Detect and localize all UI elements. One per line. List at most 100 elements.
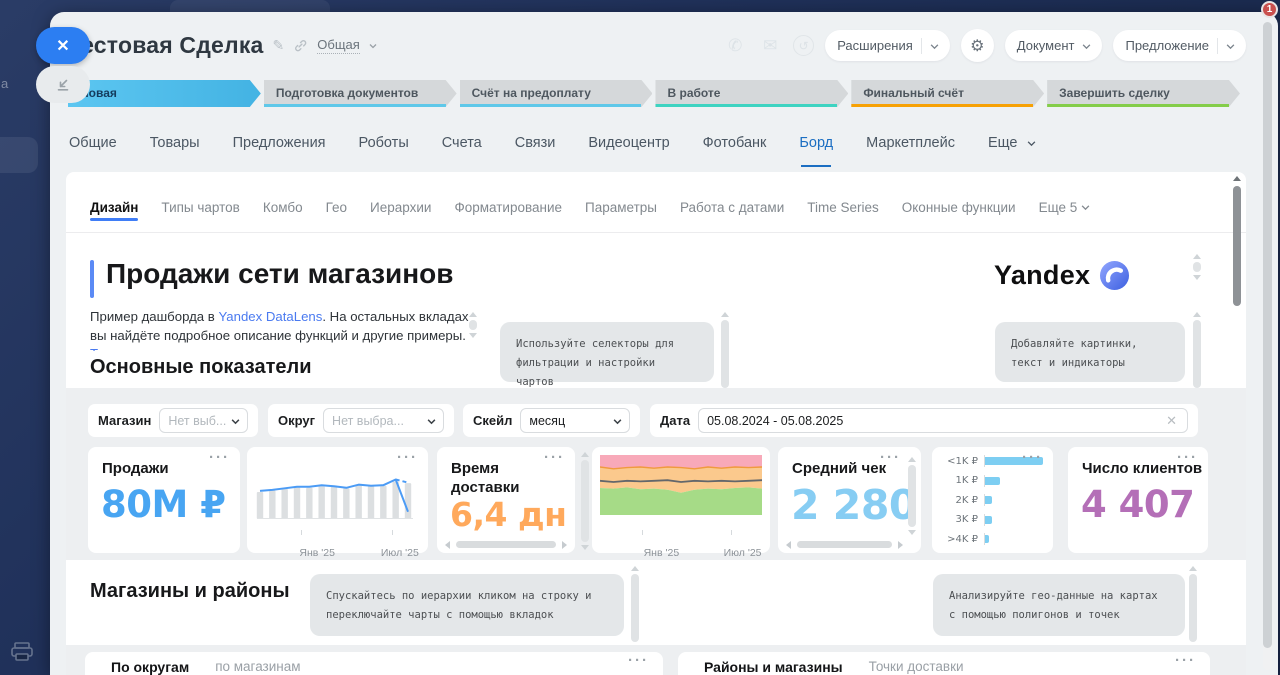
scroll-thumb[interactable] — [908, 465, 916, 527]
dark-theme-link[interactable]: Темная тема — [90, 346, 169, 351]
tab-districts-shops[interactable]: Районы и магазины — [704, 659, 843, 675]
card-menu-button[interactable]: ··· — [1177, 449, 1198, 466]
bar-value[interactable] — [985, 535, 989, 543]
document-button[interactable]: Документ — [1005, 30, 1103, 61]
table-tabs: По округам по магазинам — [111, 659, 301, 675]
print-icon[interactable] — [11, 642, 33, 662]
stage-close-deal[interactable]: Завершить сделку — [1047, 80, 1240, 107]
stage-label: Финальный счёт — [863, 86, 964, 100]
scroll-thumb[interactable] — [797, 541, 892, 548]
tab-by-districts[interactable]: По округам — [111, 659, 189, 675]
pipeline-selector[interactable]: Общая — [317, 37, 360, 54]
dltab-dates[interactable]: Работа с датами — [680, 200, 784, 231]
tab-more[interactable]: Еще — [988, 128, 1035, 158]
stage-new[interactable]: Новая — [68, 80, 261, 107]
bar-track — [984, 475, 1045, 487]
extensions-button[interactable]: Расширения — [825, 30, 950, 61]
dltab-formatting[interactable]: Форматирование — [454, 200, 562, 231]
sidebar-item-highlight[interactable] — [0, 137, 38, 173]
tab-by-shops[interactable]: по магазинам — [215, 659, 300, 675]
clear-date-icon[interactable]: ✕ — [1164, 413, 1179, 429]
gear-icon: ⚙ — [970, 36, 984, 56]
dialog-icon[interactable]: ↺ — [793, 35, 814, 56]
dltab-hierarchies[interactable]: Иерархии — [370, 200, 431, 231]
dashboard-scrollbar[interactable] — [1230, 176, 1244, 671]
scroll-thumb[interactable] — [1233, 186, 1241, 306]
tab-photobank[interactable]: Фотобанк — [703, 128, 767, 158]
card-menu-button[interactable]: ··· — [209, 449, 230, 466]
tab-products[interactable]: Товары — [150, 128, 200, 158]
stage-final-invoice[interactable]: Финальный счёт — [851, 80, 1044, 107]
tab-marketplace[interactable]: Маркетплейс — [866, 128, 955, 158]
tab-delivery-points[interactable]: Точки доставки — [869, 659, 964, 675]
stage-prepay-invoice[interactable]: Счёт на предоплату — [460, 80, 653, 107]
widget-scrollbar[interactable] — [1190, 312, 1204, 396]
datalens-link[interactable]: Yandex DataLens — [218, 309, 322, 324]
scale-select[interactable]: месяц — [520, 408, 630, 433]
dltab-combo[interactable]: Комбо — [263, 200, 303, 231]
copy-link-icon[interactable] — [293, 38, 308, 53]
dltab-more[interactable]: Еще 5 — [1039, 200, 1090, 231]
dashboard-description: Пример дашборда в Yandex DataLens. На ос… — [90, 308, 476, 351]
tab-invoices[interactable]: Счета — [442, 128, 482, 158]
scroll-thumb[interactable] — [581, 460, 589, 542]
widget-scrollbar[interactable] — [718, 312, 732, 396]
title-accent-bar — [90, 260, 94, 298]
dltab-geo[interactable]: Гео — [326, 200, 347, 231]
edit-title-icon[interactable]: ✎ — [273, 37, 285, 54]
dltab-window-functions[interactable]: Оконные функции — [902, 200, 1016, 231]
widget-scrollbar[interactable] — [1190, 254, 1204, 302]
bar-value[interactable] — [985, 516, 992, 524]
widget-scrollbar[interactable] — [1186, 566, 1200, 650]
tab-videocenter[interactable]: Видеоцентр — [588, 128, 669, 158]
dltab-chart-types[interactable]: Типы чартов — [161, 200, 239, 231]
phone-icon[interactable]: ✆ — [723, 34, 747, 58]
tab-proposals[interactable]: Предложения — [233, 128, 326, 158]
widget-scrollbar[interactable] — [578, 452, 592, 550]
horizontal-scrollbar[interactable] — [445, 540, 567, 549]
district-select[interactable]: Нет выбра... — [323, 408, 444, 433]
page-scrollbar-thumb[interactable] — [1263, 22, 1272, 648]
tab-general[interactable]: Общие — [69, 128, 117, 158]
mail-icon[interactable]: ✉ — [758, 34, 782, 58]
kpi-label: Время доставки — [451, 459, 531, 497]
card-menu-button[interactable]: ··· — [628, 652, 649, 669]
scroll-down-icon — [1193, 275, 1201, 280]
date-range-input[interactable]: 05.08.2024 - 05.08.2025 ✕ — [698, 408, 1188, 433]
card-menu-button[interactable]: ··· — [880, 449, 901, 466]
card-menu-button[interactable]: ··· — [544, 449, 565, 466]
proposal-button[interactable]: Предложение — [1113, 30, 1246, 61]
shop-select[interactable]: Нет выб... — [159, 408, 248, 433]
scroll-thumb[interactable] — [631, 574, 639, 642]
card-menu-button[interactable]: ··· — [1175, 652, 1196, 669]
tab-board[interactable]: Борд — [799, 128, 833, 158]
horizontal-scrollbar[interactable] — [786, 540, 903, 549]
dltab-parameters[interactable]: Параметры — [585, 200, 657, 231]
dltab-design[interactable]: Дизайн — [90, 200, 138, 231]
scroll-thumb[interactable] — [1193, 320, 1201, 388]
stage-docs[interactable]: Подготовка документов — [264, 80, 457, 107]
collapse-slider-button[interactable] — [36, 66, 90, 103]
bar-value[interactable] — [985, 477, 1000, 485]
bar-value[interactable] — [985, 496, 992, 504]
left-sidebar: а — [0, 0, 50, 675]
tab-robots[interactable]: Роботы — [359, 128, 409, 158]
scroll-thumb[interactable] — [1189, 574, 1197, 642]
widget-scrollbar[interactable] — [466, 312, 480, 352]
scroll-thumb[interactable] — [456, 541, 556, 548]
kpi-card-check: Средний чек ··· 2 280 — [778, 447, 921, 553]
dltab-time-series[interactable]: Time Series — [807, 200, 879, 231]
settings-button[interactable]: ⚙ — [961, 29, 994, 62]
notification-badge[interactable]: 1 — [1261, 1, 1278, 18]
widget-scrollbar[interactable] — [906, 457, 918, 535]
filter-label: Магазин — [98, 413, 151, 428]
scroll-thumb[interactable] — [469, 320, 477, 330]
scroll-thumb[interactable] — [1193, 262, 1201, 272]
tab-links[interactable]: Связи — [515, 128, 556, 158]
stage-in-progress[interactable]: В работе — [655, 80, 848, 107]
scroll-thumb[interactable] — [721, 320, 729, 388]
hint-geo: Анализируйте гео-данные на картах с помо… — [933, 574, 1185, 636]
card-menu-button[interactable]: ··· — [1022, 449, 1043, 466]
widget-scrollbar[interactable] — [628, 566, 642, 650]
close-deal-button[interactable]: ✕ — [36, 27, 90, 64]
